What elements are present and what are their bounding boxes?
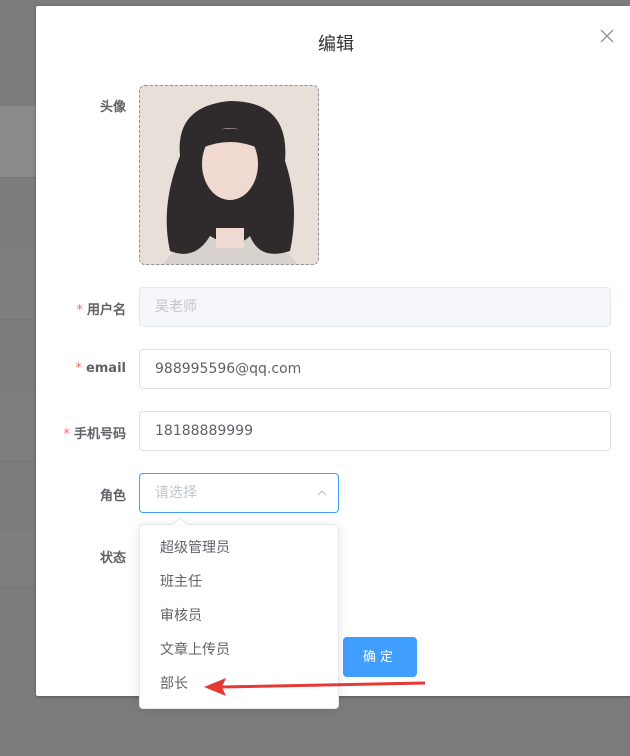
email-label: * email bbox=[75, 361, 126, 376]
username-label: * 用户名 bbox=[76, 303, 126, 318]
background-row bbox=[0, 106, 36, 178]
role-label: 角色 bbox=[99, 489, 126, 504]
close-button[interactable] bbox=[600, 28, 616, 44]
annotation-arrow-icon bbox=[204, 678, 426, 696]
close-icon bbox=[600, 29, 614, 43]
background-row bbox=[0, 532, 36, 588]
phone-label: * 手机号码 bbox=[63, 427, 126, 442]
username-input: 吴老师 bbox=[139, 287, 611, 327]
chevron-up-icon bbox=[317, 490, 327, 496]
background-row bbox=[0, 248, 36, 320]
avatar-image bbox=[140, 86, 318, 264]
avatar-uploader[interactable] bbox=[139, 85, 319, 265]
background-row bbox=[0, 390, 36, 462]
dialog-title: 编辑 bbox=[318, 34, 354, 55]
phone-input[interactable]: 18188889999 bbox=[139, 411, 611, 451]
email-input[interactable]: 988995596@qq.com bbox=[139, 349, 611, 389]
confirm-button[interactable]: 确定 bbox=[343, 637, 417, 677]
role-option-article-uploader[interactable]: 文章上传员 bbox=[140, 633, 338, 667]
status-label: 状态 bbox=[99, 551, 126, 566]
role-option-head-teacher[interactable]: 班主任 bbox=[140, 565, 338, 599]
avatar-label: 头像 bbox=[99, 100, 126, 115]
role-option-super-admin[interactable]: 超级管理员 bbox=[140, 531, 338, 565]
role-option-reviewer[interactable]: 审核员 bbox=[140, 599, 338, 633]
role-select[interactable]: 请选择 bbox=[139, 473, 339, 513]
